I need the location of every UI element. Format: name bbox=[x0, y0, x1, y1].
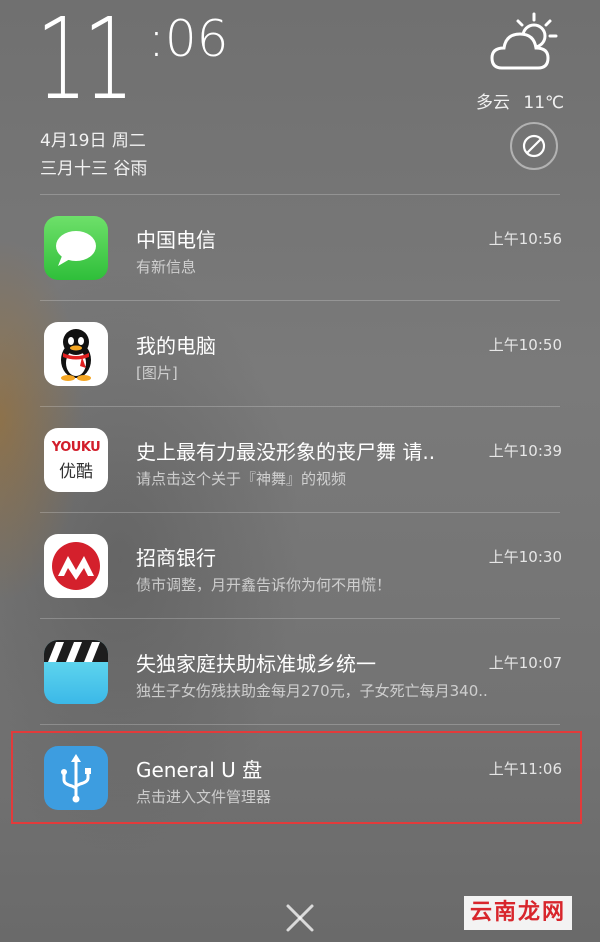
notification-title: 我的电脑 bbox=[136, 334, 216, 358]
notification-time: 上午10:39 bbox=[488, 442, 562, 460]
weather-condition: 多云 bbox=[476, 93, 510, 113]
do-not-disturb-button[interactable] bbox=[510, 122, 558, 170]
weather-temperature: 11℃ bbox=[523, 93, 565, 113]
divider bbox=[40, 194, 560, 195]
highlight-annotation-box bbox=[11, 731, 582, 824]
divider bbox=[40, 300, 560, 301]
notification-title: 中国电信 bbox=[136, 228, 216, 252]
weather-label: 多云 11℃ bbox=[476, 88, 564, 113]
partly-cloudy-icon bbox=[490, 12, 558, 70]
notification-item[interactable]: 招商银行 债市调整，月开鑫告诉你为何不用慌！ 上午10:30 bbox=[38, 520, 562, 620]
lunar-date-label: 三月十三 谷雨 bbox=[40, 159, 148, 179]
close-icon[interactable] bbox=[282, 900, 318, 936]
notification-subtitle: 债市调整，月开鑫告诉你为何不用慌！ bbox=[136, 576, 392, 594]
clock-hours: 11 bbox=[36, 0, 134, 125]
notification-time: 上午10:50 bbox=[488, 336, 562, 354]
notification-title: 史上最有力最没形象的丧尸舞 请.. bbox=[136, 440, 436, 464]
divider bbox=[40, 724, 560, 725]
notification-title: 失独家庭扶助标准城乡统一 bbox=[136, 652, 376, 676]
divider bbox=[40, 618, 560, 619]
notification-item[interactable]: 我的电脑 [图片] 上午10:50 bbox=[38, 308, 562, 408]
video-clapper-icon bbox=[44, 640, 108, 704]
youku-icon: YOUKU 优酷 bbox=[44, 428, 108, 492]
notification-time: 上午10:30 bbox=[488, 548, 562, 566]
cmb-bank-icon bbox=[44, 534, 108, 598]
watermark: 云南龙网 bbox=[464, 896, 572, 930]
qq-icon bbox=[44, 322, 108, 386]
clock: 11 :06 bbox=[36, 0, 228, 125]
notification-time: 上午10:56 bbox=[488, 230, 562, 248]
notification-subtitle: 请点击这个关于『神舞』的视频 bbox=[136, 470, 347, 488]
messages-icon bbox=[44, 216, 108, 280]
youku-icon-brand: YOUKU bbox=[51, 440, 101, 455]
notification-subtitle: 独生子女伤残扶助金每月270元，子女死亡每月340.. bbox=[136, 682, 488, 700]
notification-subtitle: 有新信息 bbox=[136, 258, 197, 276]
divider bbox=[40, 512, 560, 513]
notification-time: 上午10:07 bbox=[488, 654, 562, 672]
clock-minutes: :06 bbox=[148, 10, 229, 68]
notification-item[interactable]: YOUKU 优酷 史上最有力最没形象的丧尸舞 请.. 请点击这个关于『神舞』的视… bbox=[38, 414, 562, 514]
notification-subtitle: [图片] bbox=[136, 364, 178, 382]
notification-title: 招商银行 bbox=[136, 546, 216, 570]
notification-item[interactable]: 中国电信 有新信息 上午10:56 bbox=[38, 202, 562, 302]
notification-item[interactable]: 失独家庭扶助标准城乡统一 独生子女伤残扶助金每月270元，子女死亡每月340..… bbox=[38, 626, 562, 726]
date-label: 4月19日 周二 bbox=[40, 131, 146, 151]
do-not-disturb-icon bbox=[522, 134, 546, 158]
youku-icon-label: 优酷 bbox=[59, 462, 93, 482]
divider bbox=[40, 406, 560, 407]
